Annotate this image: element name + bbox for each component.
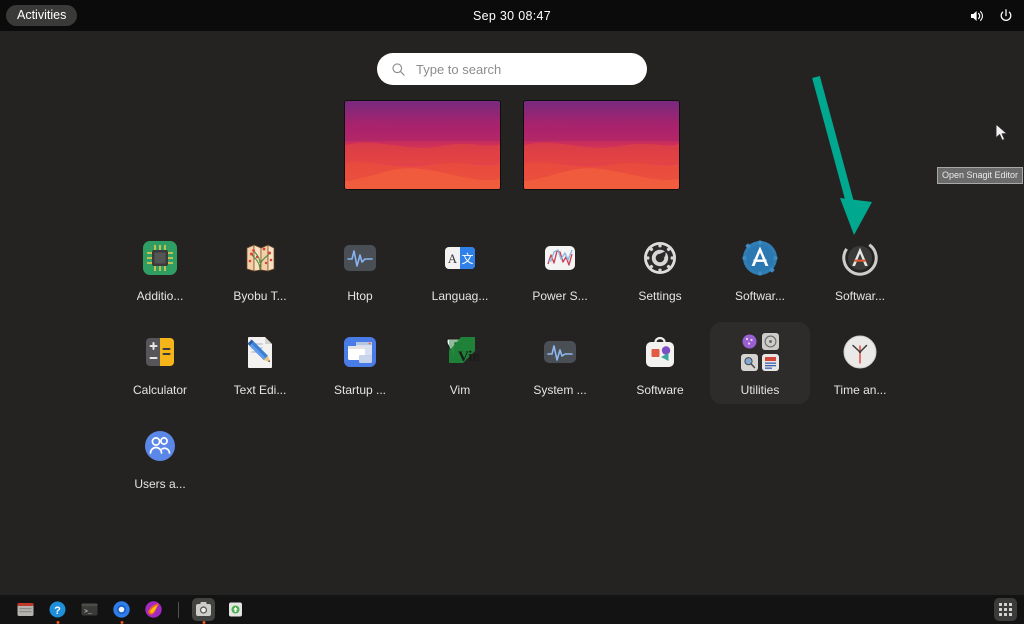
system-monitor-icon: [538, 330, 582, 374]
app-byobu-terminal[interactable]: Byobu T...: [210, 228, 310, 310]
wallpaper-preview: [345, 101, 500, 189]
app-label: Power S...: [532, 289, 587, 303]
application-grid: Additio...: [0, 228, 1024, 498]
dock-item-terminal[interactable]: >_: [78, 598, 101, 621]
app-label: Users a...: [134, 477, 185, 491]
app-label: Byobu T...: [233, 289, 286, 303]
wallpaper-preview: [524, 101, 679, 189]
users-groups-icon: [138, 424, 182, 468]
power-icon[interactable]: [998, 8, 1014, 24]
startup-applications-icon: [338, 330, 382, 374]
app-label: Startup ...: [334, 383, 386, 397]
activities-label: Activities: [17, 8, 66, 22]
volume-icon[interactable]: [969, 8, 985, 24]
app-grid-row: Users a...: [0, 416, 1024, 498]
app-label: System ...: [533, 383, 586, 397]
workspace-thumbnails: [0, 101, 1024, 189]
tooltip-open-snagit-editor: Open Snagit Editor: [937, 167, 1023, 184]
byobu-screen-icon: [238, 236, 282, 280]
app-settings[interactable]: Settings: [610, 228, 710, 310]
app-label: Calculator: [133, 383, 187, 397]
app-label: Softwar...: [835, 289, 885, 303]
app-label: Additio...: [137, 289, 184, 303]
svg-text:>_: >_: [84, 608, 92, 615]
app-label: Utilities: [741, 383, 780, 397]
app-grid-row: Additio...: [0, 228, 1024, 310]
app-htop[interactable]: Htop: [310, 228, 410, 310]
gear-icon: [638, 236, 682, 280]
svg-text:A: A: [448, 251, 458, 266]
app-power-statistics[interactable]: Power S...: [510, 228, 610, 310]
app-grid-row: Calculator: [0, 322, 1024, 404]
folder-mini-icon-document: [762, 354, 779, 371]
system-tray: [969, 0, 1014, 31]
htop-waveform-icon: [338, 236, 382, 280]
app-vim[interactable]: Vim Vim: [410, 322, 510, 404]
app-label: Settings: [638, 289, 681, 303]
language-translate-icon: A 文: [438, 236, 482, 280]
app-users-and-groups[interactable]: Users a...: [110, 416, 210, 498]
dock-item-help[interactable]: ?: [46, 598, 69, 621]
circuit-board-icon: [138, 236, 182, 280]
clock-label[interactable]: Sep 30 08:47: [473, 9, 551, 23]
app-label: Softwar...: [735, 289, 785, 303]
app-software[interactable]: Software: [610, 322, 710, 404]
dock-item-snagit[interactable]: [192, 598, 215, 621]
top-bar: Activities Sep 30 08:47: [0, 0, 1024, 31]
search-input[interactable]: [416, 62, 633, 77]
dock-bar: ? >_: [0, 595, 1024, 624]
search-icon: [391, 62, 406, 77]
tooltip-text: Open Snagit Editor: [942, 170, 1018, 180]
folder-mini-icon-disks: [741, 333, 758, 350]
workspace-thumbnail-1[interactable]: [345, 101, 500, 189]
dock-item-chrome[interactable]: [110, 598, 133, 621]
dock-item-files[interactable]: [14, 598, 37, 621]
dock-item-firefox[interactable]: [142, 598, 165, 621]
grid-icon: [999, 603, 1012, 616]
app-text-editor[interactable]: Text Edi...: [210, 322, 310, 404]
app-label: Htop: [347, 289, 372, 303]
gnome-overview-screen: Activities Sep 30 08:47: [0, 0, 1024, 624]
power-statistics-icon: [538, 236, 582, 280]
app-label: Software: [636, 383, 683, 397]
app-language-support[interactable]: A 文 Languag...: [410, 228, 510, 310]
clock-button[interactable]: Sep 30 08:47: [0, 9, 1024, 23]
app-label: Text Edi...: [234, 383, 287, 397]
clock-icon: [838, 330, 882, 374]
dock-item-software-center[interactable]: [224, 598, 247, 621]
app-label: Vim: [450, 383, 470, 397]
app-software-and-updates[interactable]: Softwar...: [710, 228, 810, 310]
software-updater-grey-icon: [838, 236, 882, 280]
calculator-icon: [138, 330, 182, 374]
folder-mini-icon-search: [741, 354, 758, 371]
show-applications-button[interactable]: [994, 598, 1017, 621]
app-label: Languag...: [432, 289, 489, 303]
app-calculator[interactable]: Calculator: [110, 322, 210, 404]
workspace-thumbnail-2[interactable]: [524, 101, 679, 189]
svg-text:Vim: Vim: [458, 349, 479, 365]
text-editor-icon: [238, 330, 282, 374]
utilities-folder-icon: [738, 330, 782, 374]
app-software-updater[interactable]: Softwar...: [810, 228, 910, 310]
app-system-monitor[interactable]: System ...: [510, 322, 610, 404]
app-label: Time an...: [834, 383, 887, 397]
activities-button[interactable]: Activities: [6, 5, 77, 26]
app-folder-utilities[interactable]: Utilities: [710, 322, 810, 404]
svg-text:?: ?: [54, 605, 61, 617]
software-updates-blue-icon: [738, 236, 782, 280]
dock-separator: [178, 602, 179, 618]
svg-text:文: 文: [461, 251, 473, 266]
search-bar[interactable]: [377, 53, 647, 85]
app-additional-drivers[interactable]: Additio...: [110, 228, 210, 310]
app-time-and-date[interactable]: Time an...: [810, 322, 910, 404]
vim-icon: Vim: [438, 330, 482, 374]
folder-mini-icon-drive: [762, 333, 779, 350]
app-startup-applications[interactable]: Startup ...: [310, 322, 410, 404]
software-bag-icon: [638, 330, 682, 374]
dock-items: ? >_: [14, 595, 247, 624]
